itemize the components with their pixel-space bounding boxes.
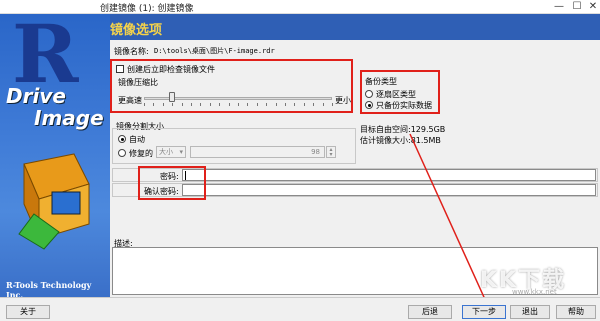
- cancel-button[interactable]: 退出: [510, 305, 550, 319]
- title-bar: 创建镜像 (1): 创建镜像 — ☐ ✕: [0, 0, 600, 14]
- free-space-text: 目标自由空间:129.5GB: [360, 125, 446, 134]
- slider-tick: [191, 103, 192, 106]
- brand-logo-drive: Drive: [6, 84, 66, 108]
- split-size-select-value: 大小: [159, 148, 173, 156]
- about-button[interactable]: 关于: [6, 305, 50, 319]
- brand-sidebar: R Drive Image R-Tools Technology Inc.: [0, 14, 110, 297]
- backup-option-sector[interactable]: 逐扇区类型: [365, 89, 416, 100]
- slider-tick: [256, 103, 258, 106]
- verify-checkbox-row[interactable]: 创建后立即检查镜像文件: [116, 64, 215, 75]
- brand-logo-image: Image: [34, 106, 104, 130]
- split-size-input[interactable]: 98: [190, 146, 325, 158]
- maximize-icon[interactable]: ☐: [570, 0, 584, 13]
- close-icon[interactable]: ✕: [586, 0, 600, 13]
- slider-tick: [285, 103, 286, 106]
- compression-small-label: 更小: [335, 96, 351, 105]
- compression-fast-label: 更高速: [118, 96, 142, 105]
- slider-tick: [313, 103, 315, 106]
- data-radio[interactable]: [365, 101, 373, 109]
- confirm-password-input[interactable]: [182, 184, 596, 196]
- watermark-url: www.kkx.net: [512, 288, 557, 296]
- brand-footer: R-Tools Technology Inc.: [6, 280, 92, 297]
- split-size-value: 98: [311, 148, 320, 156]
- minimize-icon[interactable]: —: [552, 0, 566, 13]
- compression-label: 镜像压缩比: [118, 78, 158, 87]
- split-fixed-label: 修复的: [129, 149, 153, 158]
- split-fixed-option[interactable]: 修复的: [118, 148, 153, 159]
- slider-tick: [153, 103, 155, 106]
- brand-logo-letter: R: [12, 14, 79, 101]
- slider-tick: [181, 103, 183, 106]
- slider-tick: [162, 103, 164, 106]
- verify-checkbox[interactable]: [116, 65, 124, 73]
- slider-tick: [322, 103, 324, 106]
- back-button[interactable]: 后退: [408, 305, 452, 319]
- slider-tick: [228, 103, 230, 106]
- next-button[interactable]: 下一步: [462, 305, 506, 319]
- slider-tick: [200, 103, 202, 106]
- backup-option-data[interactable]: 只备份实际数据: [365, 100, 432, 111]
- slider-tick: [275, 103, 277, 106]
- slider-tick: [294, 103, 296, 106]
- slider-tick: [332, 103, 333, 106]
- slider-tick: [303, 103, 305, 106]
- split-fixed-radio[interactable]: [118, 149, 126, 157]
- backup-option-sector-label: 逐扇区类型: [376, 90, 416, 99]
- help-button[interactable]: 帮助: [556, 305, 596, 319]
- page-title: 镜像选项: [110, 23, 163, 38]
- slider-tick: [238, 103, 239, 106]
- password-highlight: [138, 166, 206, 200]
- verify-checkbox-label: 创建后立即检查镜像文件: [127, 65, 215, 74]
- split-size-spinner[interactable]: ▴ ▾: [326, 146, 336, 158]
- slider-tick: [209, 103, 211, 106]
- backup-option-data-label: 只备份实际数据: [376, 101, 432, 110]
- password-input[interactable]: [182, 169, 596, 181]
- chevron-down-icon: ▾: [179, 148, 183, 156]
- split-auto-radio[interactable]: [118, 135, 126, 143]
- split-auto-label: 自动: [129, 135, 145, 144]
- split-size-select[interactable]: 大小 ▾: [156, 146, 186, 158]
- slider-tick: [172, 103, 174, 106]
- slider-tick: [266, 103, 268, 106]
- slider-tick: [247, 103, 249, 106]
- main-content: 镜像名称: D:\tools\桌面\图片\F-image.rdr 创建后立即检查…: [110, 40, 600, 297]
- page-header: 镜像选项: [110, 14, 600, 40]
- slider-tick: [219, 103, 221, 106]
- split-auto-option[interactable]: 自动: [118, 134, 145, 145]
- backup-type-label: 备份类型: [365, 77, 397, 86]
- disk-box-icon: [18, 153, 90, 250]
- sector-radio[interactable]: [365, 90, 373, 98]
- slider-tick: [144, 103, 145, 106]
- image-name-value: D:\tools\桌面\图片\F-image.rdr: [154, 47, 275, 55]
- compression-slider-thumb[interactable]: [169, 92, 176, 102]
- window-title: 创建镜像 (1): 创建镜像: [100, 4, 194, 14]
- image-name-label: 镜像名称:: [114, 47, 149, 56]
- estimated-size-text: 估计镜像大小:81.5MB: [360, 136, 441, 145]
